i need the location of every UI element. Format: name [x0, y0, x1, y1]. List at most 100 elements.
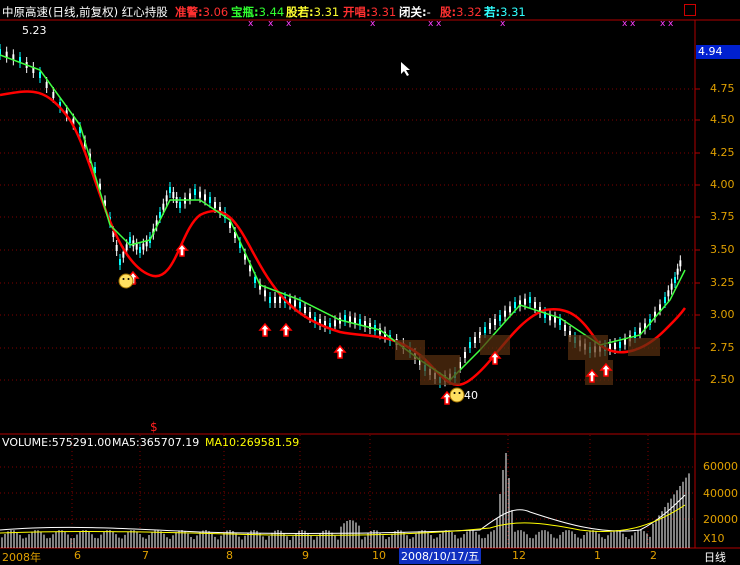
volume-tick-60000: 60000: [703, 460, 738, 473]
volume-label: VOLUME:575291.00: [2, 436, 112, 449]
signal-x-marker: x: [248, 19, 254, 29]
highlight-zone: [628, 338, 660, 356]
candle-body: [664, 297, 666, 303]
candle-body: [204, 194, 206, 201]
smiley-eye: [458, 392, 461, 394]
date-tick-8: 8: [226, 549, 233, 562]
buy-arrow-icon: [175, 242, 189, 257]
smiley-icon: [449, 387, 465, 403]
buy-arrow-icon: [258, 322, 272, 337]
candle-body: [115, 245, 118, 251]
candle-body: [504, 310, 506, 317]
candle-body: [199, 191, 201, 198]
candle-body: [534, 302, 536, 308]
candle-body: [494, 319, 496, 325]
price-tick-3.50: 3.50: [710, 243, 735, 256]
date-tick-2: 2: [650, 549, 657, 562]
candle-body: [139, 247, 141, 253]
candle-body: [529, 297, 531, 303]
candle-body: [309, 312, 311, 318]
candle-body: [254, 277, 256, 283]
candle-body: [474, 337, 476, 343]
date-tick-10: 10: [372, 549, 386, 562]
candle-body: [162, 203, 165, 210]
chart-title: 中原高速(日线,前复权) 红心持股: [2, 5, 168, 19]
signal-x-marker: x: [622, 19, 628, 29]
signal-x-marker: x: [500, 19, 506, 29]
signal-dollar-mark: $: [150, 420, 158, 434]
selected-date[interactable]: 2008/10/17/五: [399, 548, 482, 564]
candle-body: [172, 192, 175, 198]
candle-body: [45, 82, 48, 88]
candle-body: [119, 259, 121, 265]
price-tick-4.75: 4.75: [710, 82, 735, 95]
candle-body: [484, 327, 486, 333]
indicator-ruo: 若:3.31: [484, 5, 526, 19]
candle-body: [509, 306, 511, 313]
chart-canvas[interactable]: xxxxxxxxxxx: [0, 0, 740, 563]
candle-body: [125, 244, 128, 251]
signal-x-marker: x: [660, 19, 666, 29]
candle-body: [676, 268, 679, 275]
candle-body: [670, 283, 673, 290]
volume-ma10-label: MA10:269581.59: [205, 436, 300, 449]
signal-x-marker: x: [370, 19, 376, 29]
candle-body: [165, 195, 168, 202]
low-price-label: 40: [464, 389, 478, 402]
candle-body: [269, 297, 271, 303]
candle-body: [122, 251, 125, 258]
candle-body: [194, 189, 196, 195]
candle-body: [214, 202, 216, 208]
candle-body: [489, 323, 491, 329]
price-tick-3.25: 3.25: [710, 276, 735, 289]
indicator-header: 中原高速(日线,前复权) 红心持股 准警:3.06 宝瓶:3.44 股若:3.3…: [0, 0, 740, 20]
candle-body: [614, 343, 616, 349]
date-tick-6: 6: [74, 549, 81, 562]
highlight-zone: [420, 355, 460, 385]
smiley-eye: [127, 278, 130, 280]
volume-unit: X10: [703, 532, 725, 545]
candle-body: [129, 237, 131, 243]
volume-tick-40000: 40000: [703, 487, 738, 500]
candle-body: [142, 243, 145, 250]
date-tick-1: 1: [594, 549, 601, 562]
candle-body: [189, 193, 191, 200]
candle-body: [679, 260, 682, 267]
date-tick-7: 7: [142, 549, 149, 562]
volume-ma10-line: [0, 504, 686, 536]
smiley-eye: [122, 278, 125, 280]
candle-body: [619, 342, 621, 348]
indicator-kaichang: 开唱:3.31: [343, 5, 397, 19]
candle-body: [554, 316, 556, 323]
candle-body: [667, 290, 670, 297]
candle-body: [39, 72, 41, 78]
candle-body: [334, 320, 336, 327]
candle-body: [564, 325, 566, 331]
price-tick-3.75: 3.75: [710, 210, 735, 223]
candle-body: [179, 202, 181, 208]
candle-body: [52, 92, 55, 98]
candle-body: [274, 297, 276, 303]
price-tick-4.25: 4.25: [710, 146, 735, 159]
volume-ma5-label: MA5:365707.19: [112, 436, 200, 449]
candle-body: [304, 307, 306, 313]
signal-x-marker: x: [286, 19, 292, 29]
smiley-icon: [118, 273, 134, 289]
highlight-zone: [568, 335, 608, 360]
signal-x-marker: x: [268, 19, 274, 29]
signal-x-marker: x: [668, 19, 674, 29]
smiley-eye: [453, 392, 456, 394]
candle-body: [559, 319, 561, 325]
candle-body: [209, 197, 211, 203]
price-tick-2.50: 2.50: [710, 373, 735, 386]
candle-body: [674, 277, 676, 283]
candle-body: [264, 290, 266, 297]
signal-x-marker: x: [436, 19, 442, 29]
candle-body: [469, 342, 471, 348]
candle-body: [299, 302, 301, 308]
candle-body: [0, 49, 1, 55]
price-tick-4.50: 4.50: [710, 113, 735, 126]
price-tick-3.00: 3.00: [710, 308, 735, 321]
restore-window-icon[interactable]: [684, 4, 696, 16]
candle-body: [344, 315, 346, 321]
